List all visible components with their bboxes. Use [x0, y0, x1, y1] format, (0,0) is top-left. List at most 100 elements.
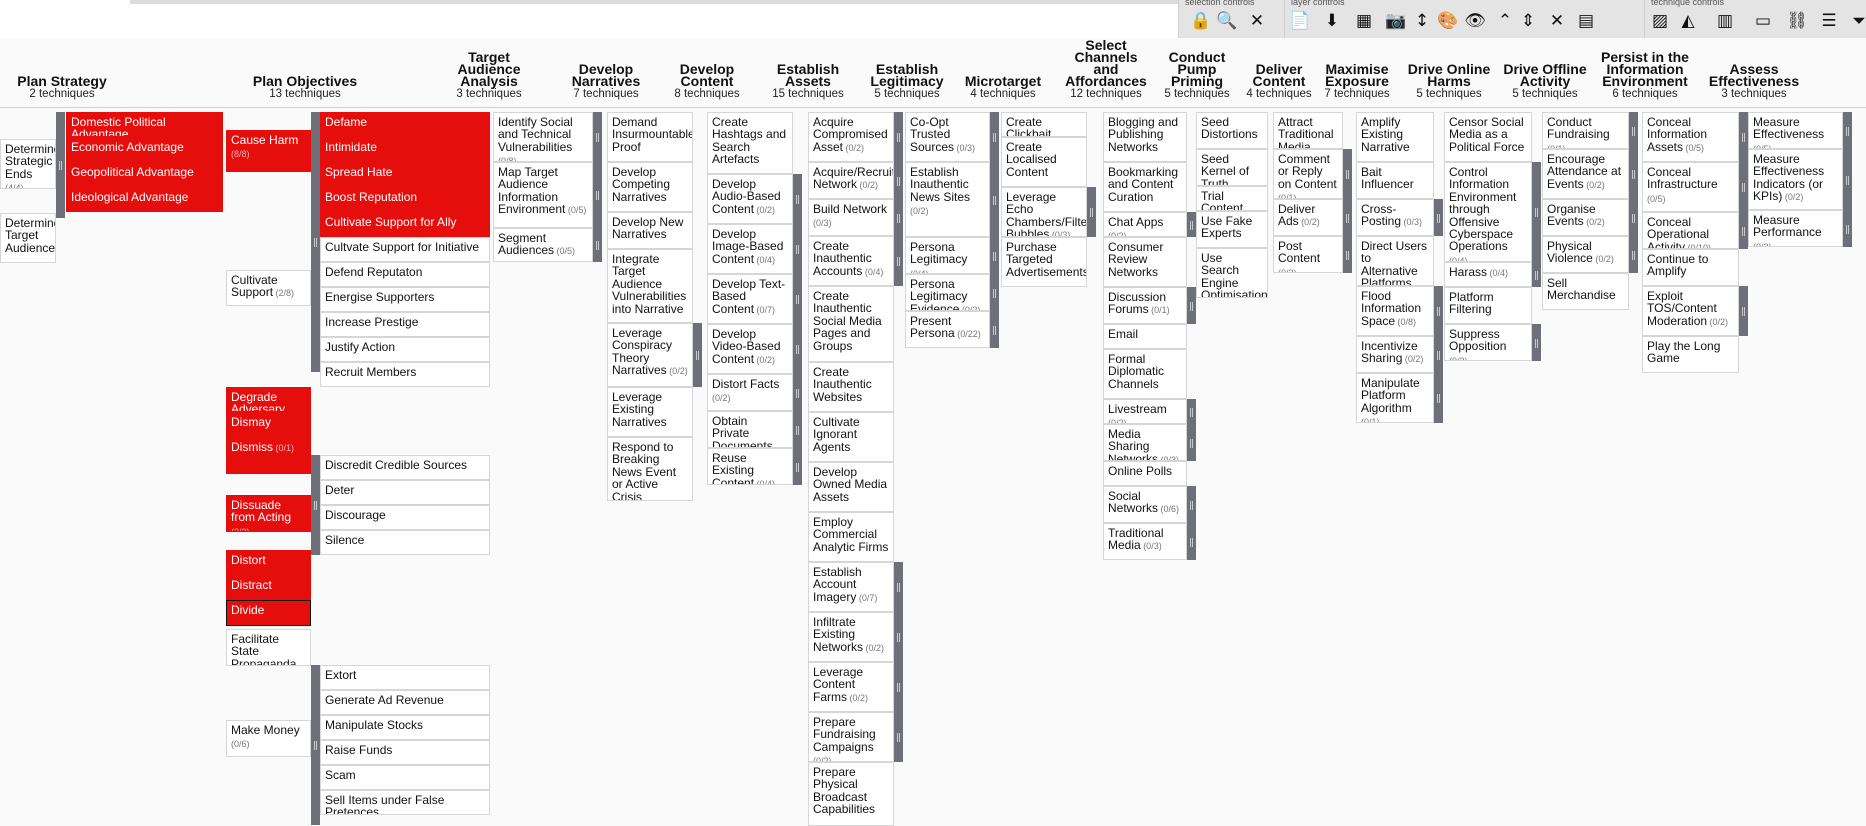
camera-icon[interactable]: 📷	[1385, 10, 1407, 32]
technique-map-target-audience-information-environment[interactable]: Map Target Audience Information Environm…	[493, 162, 593, 228]
search-icon[interactable]: 🔍	[1216, 10, 1238, 32]
technique-measure-performance[interactable]: Measure Performance (0/3)	[1748, 210, 1843, 247]
expand-handle[interactable]	[311, 112, 320, 372]
expand-handle[interactable]	[693, 323, 702, 387]
technique-spread-hate[interactable]: Spread Hate	[320, 162, 490, 187]
technique-prepare-physical-broadcast-capabilities[interactable]: Prepare Physical Broadcast Capabilities	[808, 762, 894, 826]
technique-manipulate-stocks[interactable]: Manipulate Stocks	[320, 715, 490, 740]
technique-cause-harm[interactable]: Cause Harm (8/8)	[226, 130, 311, 172]
expand-handle[interactable]	[1629, 236, 1638, 273]
technique-harass[interactable]: Harass (0/4)	[1444, 262, 1532, 287]
technique-increase-prestige[interactable]: Increase Prestige	[320, 312, 490, 337]
technique-identify-social-and-technical-vulnerabilities[interactable]: Identify Social and Technical Vulnerabil…	[493, 112, 593, 162]
technique-media-sharing-networks[interactable]: Media Sharing Networks (0/3)	[1103, 424, 1187, 461]
expand-handle[interactable]	[990, 237, 999, 274]
stripes-icon[interactable]: ▨	[1649, 10, 1671, 32]
expand-handle[interactable]	[1739, 286, 1748, 336]
download-icon[interactable]: ⬇	[1321, 10, 1343, 32]
technique-sell-merchandise[interactable]: Sell Merchandise	[1542, 273, 1629, 310]
technique-control-information-environment-through-offensive-cyberspace-operations[interactable]: Control Information Environment through …	[1444, 162, 1532, 262]
technique-create-localised-content[interactable]: Create Localised Content	[1001, 137, 1087, 187]
technique-leverage-conspiracy-theory-narratives[interactable]: Leverage Conspiracy Theory Narratives (0…	[607, 323, 693, 387]
expand-handle[interactable]	[1187, 287, 1196, 324]
expand-handle[interactable]	[1343, 149, 1352, 199]
expand-handle[interactable]	[1187, 424, 1196, 461]
sort-icon[interactable]: ↕	[1411, 10, 1433, 32]
technique-acquire-recruit-network[interactable]: Acquire/Recruit Network (0/2)	[808, 162, 894, 199]
technique-livestream[interactable]: Livestream (0/2)	[1103, 399, 1187, 424]
technique-continue-to-amplify[interactable]: Continue to Amplify	[1642, 249, 1739, 286]
technique-justify-action[interactable]: Justify Action	[320, 337, 490, 362]
filter-icon[interactable]: ⏷	[1848, 10, 1866, 32]
technique-dismiss[interactable]: Dismiss (0/1)	[226, 437, 311, 474]
technique-conduct-fundraising[interactable]: Conduct Fundraising (0/1)	[1542, 112, 1629, 149]
expand-handle[interactable]	[1187, 212, 1196, 237]
technique-segment-audiences[interactable]: Segment Audiences (0/5)	[493, 228, 593, 262]
technique-measure-effectiveness-indicators-or-kpis[interactable]: Measure Effectiveness Indicators (or KPI…	[1748, 149, 1843, 210]
technique-co-opt-trusted-sources[interactable]: Co-Opt Trusted Sources (0/3)	[905, 112, 990, 162]
expand-handle[interactable]	[1843, 149, 1852, 210]
technique-leverage-content-farms[interactable]: Leverage Content Farms (0/2)	[808, 662, 894, 712]
technique-energise-supporters[interactable]: Energise Supporters	[320, 287, 490, 312]
expand-handle[interactable]	[894, 236, 903, 286]
technique-discussion-forums[interactable]: Discussion Forums (0/1)	[1103, 287, 1187, 324]
expand-handle[interactable]	[793, 411, 802, 448]
expand-handle[interactable]	[1434, 199, 1443, 236]
technique-cross-posting[interactable]: Cross-Posting (0/3)	[1356, 199, 1434, 236]
expand-handle[interactable]	[1434, 336, 1443, 373]
technique-develop-text-based-content[interactable]: Develop Text-Based Content (0/7)	[707, 274, 793, 324]
technique-persona-legitimacy[interactable]: Persona Legitimacy (0/4)	[905, 237, 990, 274]
technique-seed-kernel-of-truth[interactable]: Seed Kernel of Truth	[1196, 149, 1268, 186]
technique-sell-items-under-false-pretences[interactable]: Sell Items under False Pretences	[320, 790, 490, 815]
technique-leverage-existing-narratives[interactable]: Leverage Existing Narratives	[607, 387, 693, 437]
technique-prepare-fundraising-campaigns[interactable]: Prepare Fundraising Campaigns (0/2)	[808, 712, 894, 762]
technique-measure-effectiveness[interactable]: Measure Effectiveness (0/5)	[1748, 112, 1843, 149]
expand-handle[interactable]	[1532, 262, 1541, 287]
technique-suppress-opposition[interactable]: Suppress Opposition (0/3)	[1444, 324, 1532, 361]
technique-traditional-media[interactable]: Traditional Media (0/3)	[1103, 523, 1187, 560]
technique-persona-legitimacy-evidence[interactable]: Persona Legitimacy Evidence (0/2)	[905, 274, 990, 311]
technique-blogging-and-publishing-networks[interactable]: Blogging and Publishing Networks	[1103, 112, 1187, 162]
technique-flood-information-space[interactable]: Flood Information Space (0/8)	[1356, 286, 1434, 336]
expand-handle[interactable]	[1187, 523, 1196, 560]
expand-handle[interactable]	[990, 112, 999, 162]
technique-ideological-advantage[interactable]: Ideological Advantage	[66, 187, 223, 212]
comment-icon[interactable]: ▭	[1752, 10, 1774, 32]
technique-deliver-ads[interactable]: Deliver Ads (0/2)	[1273, 199, 1343, 236]
expand-handle[interactable]	[793, 274, 802, 324]
technique-defame[interactable]: Defame	[320, 112, 490, 137]
technique-trial-content[interactable]: Trial Content	[1196, 186, 1268, 211]
technique-platform-filtering[interactable]: Platform Filtering	[1444, 287, 1532, 324]
expand-handle[interactable]	[894, 199, 903, 236]
technique-generate-ad-revenue[interactable]: Generate Ad Revenue	[320, 690, 490, 715]
technique-direct-users-to-alternative-platforms[interactable]: Direct Users to Alternative Platforms	[1356, 236, 1434, 286]
technique-deter[interactable]: Deter	[320, 480, 490, 505]
document-icon[interactable]: 📄	[1289, 10, 1311, 32]
technique-cultvate-support-for-initiative[interactable]: Cultvate Support for Initiative	[320, 237, 490, 262]
expand-handle[interactable]	[1532, 162, 1541, 262]
technique-exploit-tos-content-moderation[interactable]: Exploit TOS/Content Moderation (0/2)	[1642, 286, 1739, 336]
expand-handle[interactable]	[311, 665, 320, 825]
technique-dismay[interactable]: Dismay	[226, 412, 311, 437]
close-icon[interactable]: ✕	[1246, 10, 1268, 32]
technique-acquire-compromised-asset[interactable]: Acquire Compromised Asset (0/2)	[808, 112, 894, 162]
expand-handle[interactable]	[793, 374, 802, 411]
technique-develop-owned-media-assets[interactable]: Develop Owned Media Assets	[808, 462, 894, 512]
technique-build-network[interactable]: Build Network (0/3)	[808, 199, 894, 236]
technique-create-clickbait[interactable]: Create Clickbait	[1001, 112, 1087, 137]
expand-handle[interactable]	[1629, 149, 1638, 199]
technique-economic-advantage[interactable]: Economic Advantage	[66, 137, 223, 162]
technique-raise-funds[interactable]: Raise Funds	[320, 740, 490, 765]
technique-develop-audio-based-content[interactable]: Develop Audio-Based Content (0/2)	[707, 174, 793, 224]
technique-comment-or-reply-on-content[interactable]: Comment or Reply on Content (0/1)	[1273, 149, 1343, 199]
expand-handle[interactable]	[894, 112, 903, 162]
chart-icon[interactable]: ▥	[1714, 10, 1736, 32]
technique-determine-strategic-ends[interactable]: Determine Strategic Ends (4/4)	[0, 139, 56, 189]
technique-scam[interactable]: Scam	[320, 765, 490, 790]
technique-distort-facts[interactable]: Distort Facts (0/2)	[707, 374, 793, 411]
shrink-icon[interactable]: ✕	[1546, 10, 1568, 32]
technique-bait-influencer[interactable]: Bait Influencer	[1356, 162, 1434, 199]
expand-handle[interactable]	[793, 174, 802, 224]
technique-social-networks[interactable]: Social Networks (0/6)	[1103, 486, 1187, 523]
technique-geopolitical-advantage[interactable]: Geopolitical Advantage	[66, 162, 223, 187]
